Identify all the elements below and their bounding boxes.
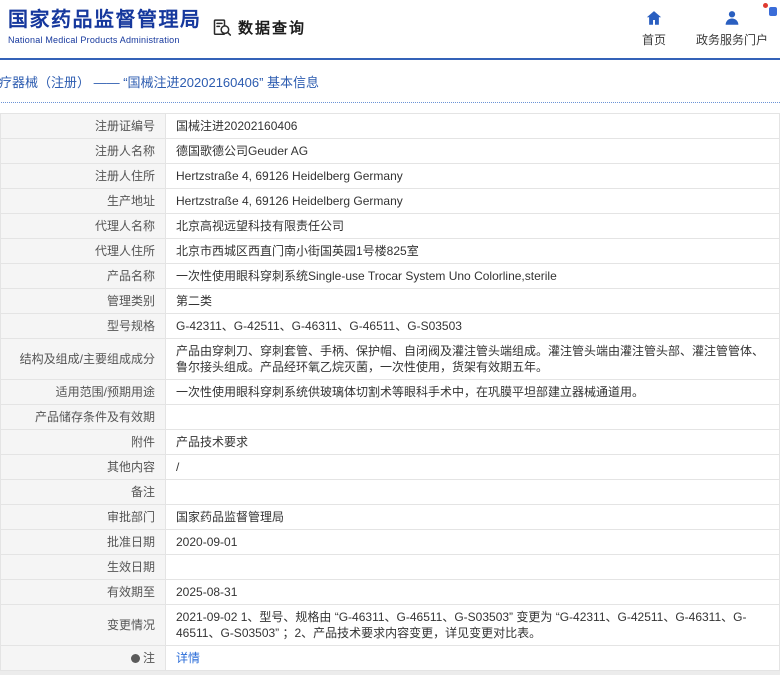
row-value: Hertzstraße 4, 69126 Heidelberg Germany [165,163,780,189]
corner-decoration-icon [763,1,777,17]
page-bottom-strip [0,671,780,675]
logo-title: 国家药品监督管理局 [8,9,202,31]
table-row: 附件 产品技术要求 [0,429,780,455]
registration-info-section: 注册证编号 国械注进20202160406 注册人名称 德国歌德公司Geuder… [0,113,780,671]
row-value: 2020-09-01 [165,529,780,555]
site-logo[interactable]: 国家药品监督管理局 National Medical Products Admi… [8,8,202,45]
table-row: 产品名称 一次性使用眼科穿刺系统Single-use Trocar System… [0,263,780,289]
nav-home[interactable]: 首页 [642,9,666,48]
row-label: 产品储存条件及有效期 [0,404,166,430]
row-label: 附件 [0,429,166,455]
note-icon [130,654,140,663]
table-row: 有效期至 2025-08-31 [0,579,780,605]
table-row: 注册人住所 Hertzstraße 4, 69126 Heidelberg Ge… [0,163,780,189]
info-table: 注册证编号 国械注进20202160406 注册人名称 德国歌德公司Geuder… [0,113,780,671]
row-label: 注册人名称 [0,138,166,164]
data-query-label: 数据查询 [238,20,307,37]
table-row: 生效日期 [0,554,780,580]
row-value: 详情 [165,645,780,671]
row-label: 结构及组成/主要组成成分 [0,338,166,380]
nav-home-label: 首页 [641,33,666,47]
row-label: 变更情况 [0,604,166,646]
note-label: 注 [142,651,155,665]
row-label: 生产地址 [0,188,166,214]
table-row: 注册人名称 德国歌德公司Geuder AG [0,138,780,164]
table-row: 其他内容 / [0,454,780,480]
row-value [165,479,780,505]
nav-portal[interactable]: 政务服务门户 [696,9,768,48]
row-label: 注 [0,645,166,671]
row-value [165,404,780,430]
row-value: 2025-08-31 [165,579,780,605]
row-label: 其他内容 [0,454,166,480]
table-row: 注册证编号 国械注进20202160406 [0,113,780,139]
table-row: 结构及组成/主要组成成分 产品由穿刺刀、穿刺套管、手柄、保护帽、自闭阀及灌注管头… [0,338,780,380]
row-label: 审批部门 [0,504,166,530]
row-label: 批准日期 [0,529,166,555]
home-icon [645,9,663,27]
row-value: Hertzstraße 4, 69126 Heidelberg Germany [165,188,780,214]
table-row: 批准日期 2020-09-01 [0,529,780,555]
row-value: 北京高视远望科技有限责任公司 [165,213,780,239]
table-row: 代理人名称 北京高视远望科技有限责任公司 [0,213,780,239]
row-label: 代理人住所 [0,238,166,264]
row-label: 代理人名称 [0,213,166,239]
table-row: 代理人住所 北京市西城区西直门南小街国英园1号楼825室 [0,238,780,264]
row-value: G-42311、G-42511、G-46311、G-46511、G-S03503 [165,313,780,339]
breadcrumb: 医疗器械（注册） —— “国械注进20202160406” 基本信息 [0,60,780,103]
row-label: 生效日期 [0,554,166,580]
row-label: 备注 [0,479,166,505]
table-row: 产品储存条件及有效期 [0,404,780,430]
row-value: 产品由穿刺刀、穿刺套管、手柄、保护帽、自闭阀及灌注管头端组成。灌注管头端由灌注管… [165,338,780,380]
row-label: 型号规格 [0,313,166,339]
table-row: 变更情况 2021-09-02 1、型号、规格由 “G-46311、G-4651… [0,604,780,646]
site-header: 国家药品监督管理局 National Medical Products Admi… [0,0,780,60]
row-label: 适用范围/预期用途 [0,379,166,405]
table-row-note: 注 详情 [0,645,780,671]
row-label: 有效期至 [0,579,166,605]
row-value: 一次性使用眼科穿刺系统供玻璃体切割术等眼科手术中，在巩膜平坦部建立器械通道用。 [165,379,780,405]
breadcrumb-text: 医疗器械（注册） —— “国械注进20202160406” 基本信息 [0,74,320,90]
row-value: 产品技术要求 [165,429,780,455]
row-value: 国家药品监督管理局 [165,504,780,530]
row-label: 管理类别 [0,288,166,314]
header-nav: 首页 政务服务门户 [642,9,768,48]
data-query-icon [212,18,232,38]
row-value: 2021-09-02 1、型号、规格由 “G-46311、G-46511、G-S… [165,604,780,646]
logo-subtitle: National Medical Products Administration [8,35,180,45]
table-row: 审批部门 国家药品监督管理局 [0,504,780,530]
row-label: 注册人住所 [0,163,166,189]
row-value: 德国歌德公司Geuder AG [165,138,780,164]
table-row: 管理类别 第二类 [0,288,780,314]
nav-portal-label: 政务服务门户 [695,33,768,47]
row-value: 第二类 [165,288,780,314]
table-row: 适用范围/预期用途 一次性使用眼科穿刺系统供玻璃体切割术等眼科手术中，在巩膜平坦… [0,379,780,405]
table-row: 生产地址 Hertzstraße 4, 69126 Heidelberg Ger… [0,188,780,214]
row-label: 注册证编号 [0,113,166,139]
row-value: 一次性使用眼科穿刺系统Single-use Trocar System Uno … [165,263,780,289]
row-value [165,554,780,580]
detail-link[interactable]: 详情 [176,651,200,665]
page: 国家药品监督管理局 National Medical Products Admi… [0,0,780,675]
row-label: 产品名称 [0,263,166,289]
table-row: 备注 [0,479,780,505]
row-value: / [165,454,780,480]
row-value: 北京市西城区西直门南小街国英园1号楼825室 [165,238,780,264]
data-query-heading: 数据查询 [212,17,306,38]
table-row: 型号规格 G-42311、G-42511、G-46311、G-46511、G-S… [0,313,780,339]
row-value: 国械注进20202160406 [165,113,780,139]
user-icon [723,9,741,27]
